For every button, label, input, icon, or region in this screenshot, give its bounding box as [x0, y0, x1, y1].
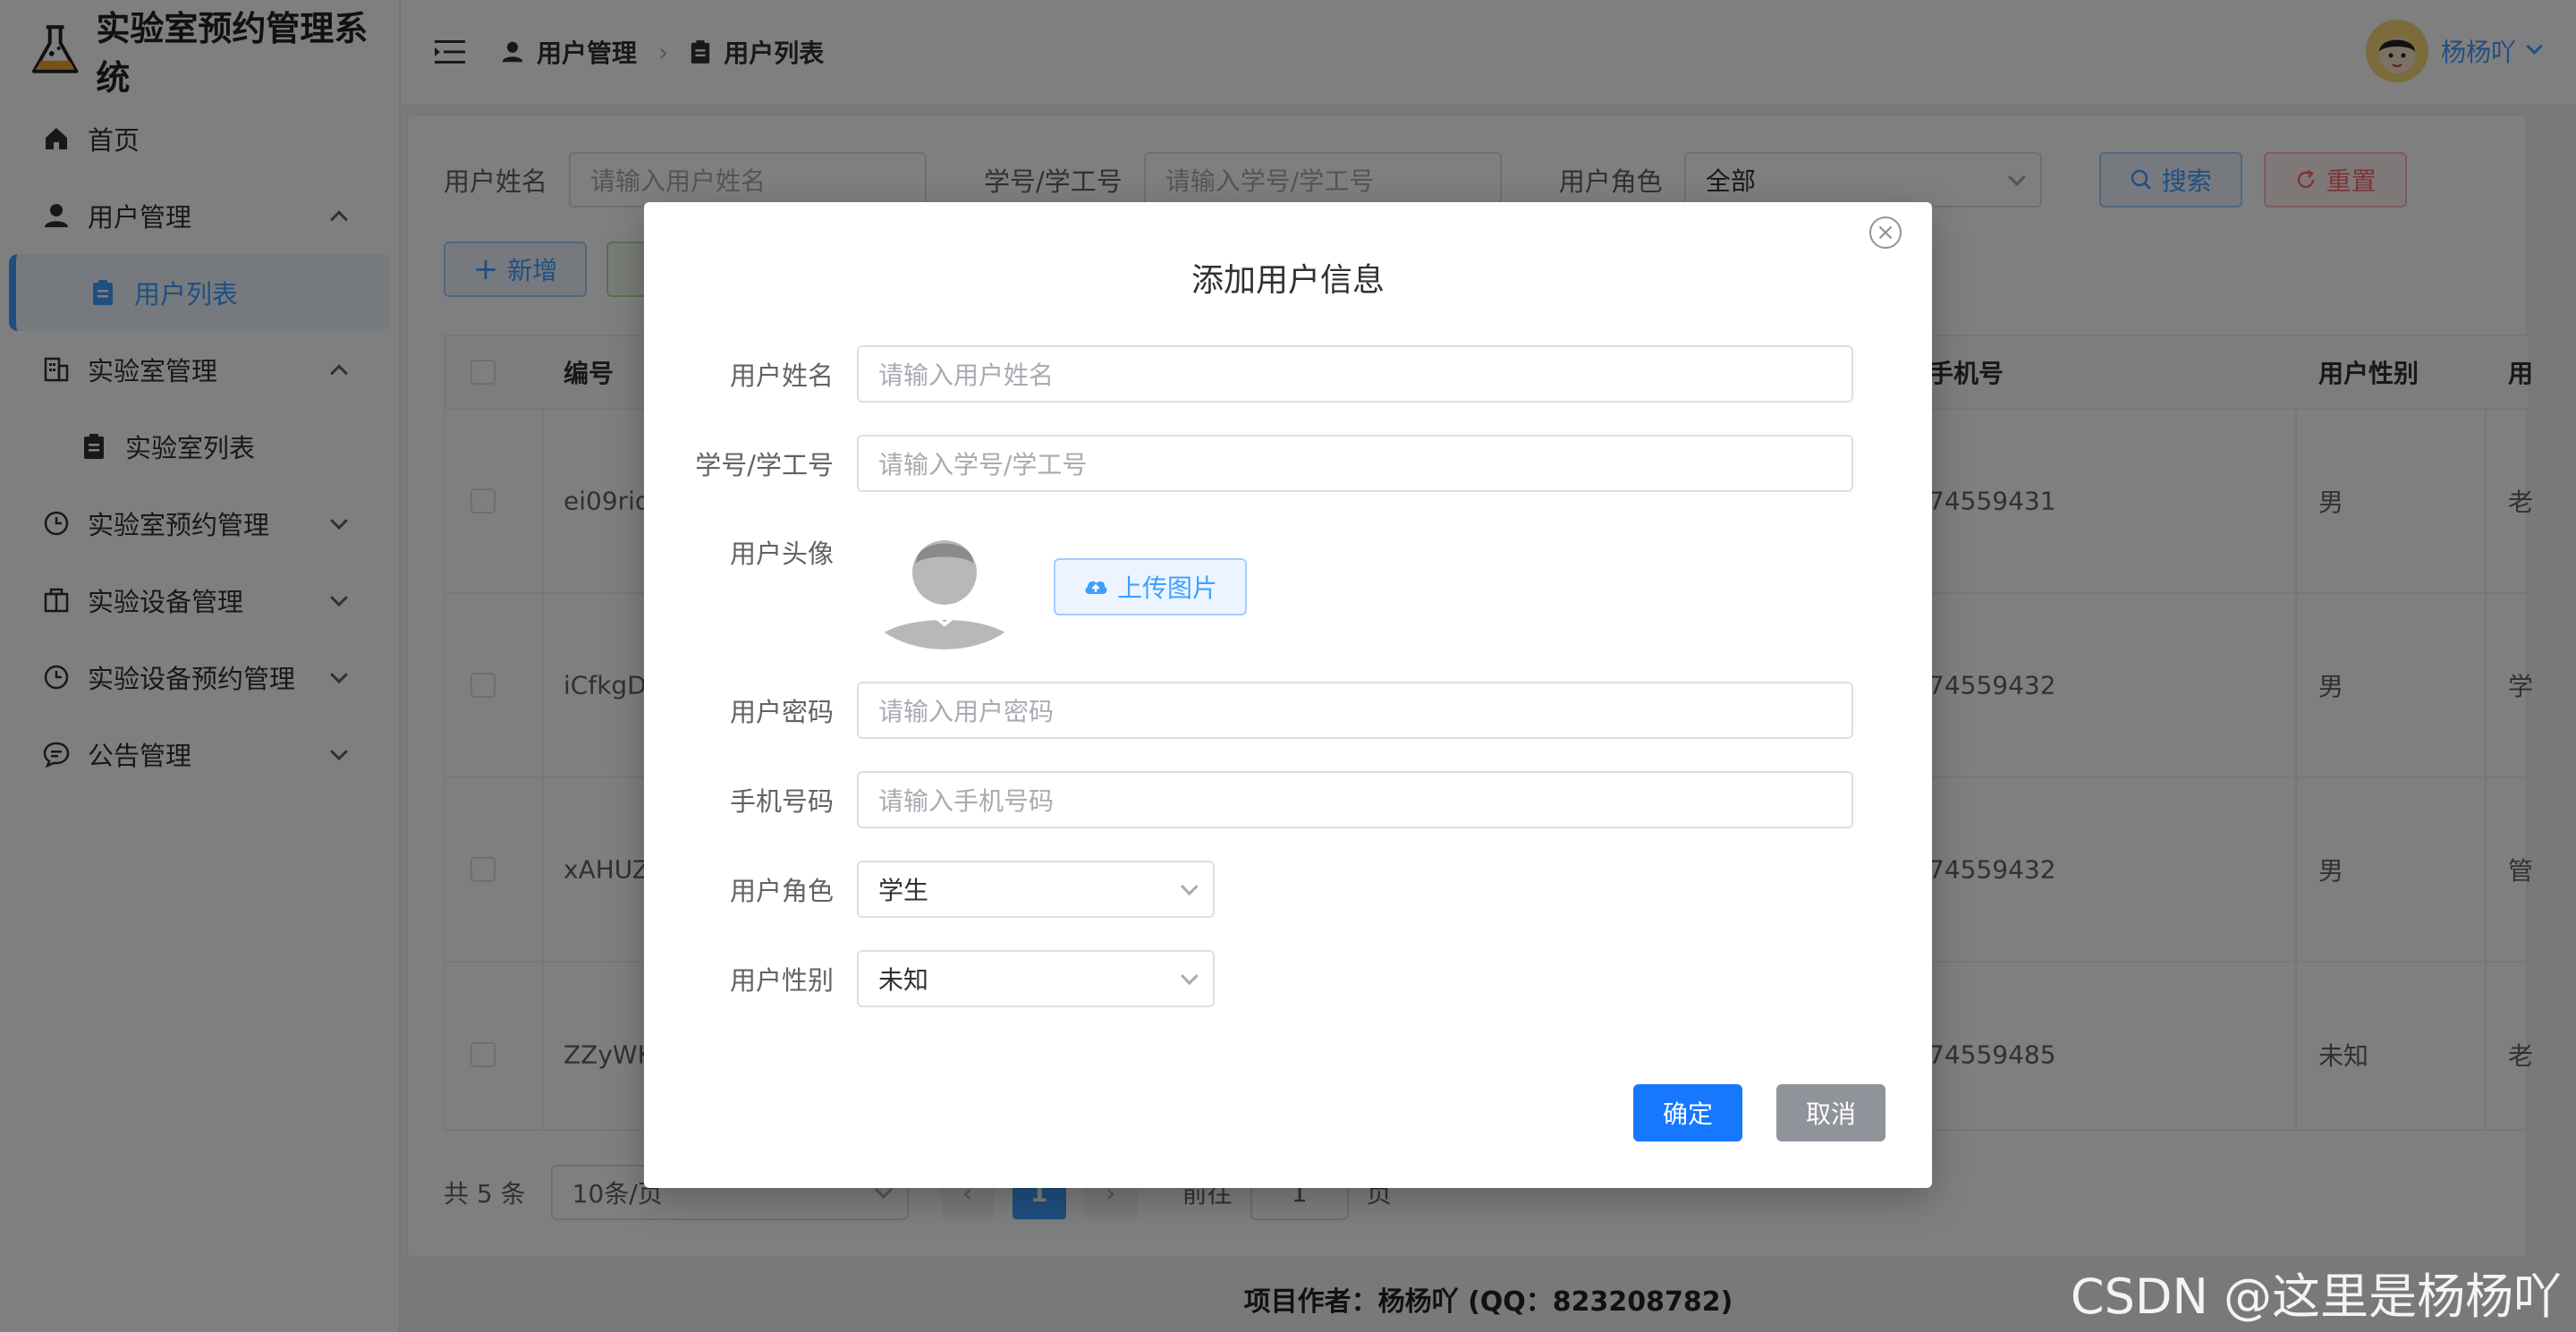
- chevron-down-icon: [1180, 967, 1199, 986]
- form-label: 手机号码: [729, 786, 834, 817]
- form-label: 用户头像: [729, 539, 834, 569]
- role-select[interactable]: 学生: [857, 861, 1215, 918]
- gender-select[interactable]: 未知: [857, 950, 1215, 1007]
- student-id-input[interactable]: 请输入学号/学工号: [857, 435, 1853, 492]
- form-row-role: 用户角色 学生: [644, 861, 1215, 918]
- form-row-name: 用户姓名 请输入用户姓名: [644, 345, 1853, 403]
- phone-input[interactable]: 请输入手机号码: [857, 771, 1853, 828]
- add-user-dialog: × 添加用户信息 用户姓名 请输入用户姓名 学号/学工号 请输入学号/学工号 用…: [644, 202, 1932, 1188]
- dialog-title: 添加用户信息: [1191, 262, 1385, 299]
- form-row-avatar: 用户头像 上传图片: [644, 524, 1247, 649]
- cloud-upload-icon: [1085, 581, 1107, 594]
- password-input[interactable]: 请输入用户密码: [857, 682, 1853, 739]
- form-row-id: 学号/学工号 请输入学号/学工号: [644, 435, 1853, 492]
- watermark: CSDN @这里是杨杨吖: [2070, 1268, 2562, 1325]
- form-row-gender: 用户性别 未知: [644, 950, 1215, 1007]
- form-label: 用户姓名: [729, 361, 834, 391]
- placeholder: 请输入手机号码: [878, 786, 1055, 816]
- form-label: 用户性别: [729, 965, 834, 996]
- form-label: 学号/学工号: [695, 450, 834, 480]
- form-label: 用户角色: [729, 876, 834, 906]
- form-row-password: 用户密码 请输入用户密码: [644, 682, 1853, 739]
- placeholder: 请输入用户姓名: [878, 361, 1055, 390]
- chevron-down-icon: [1180, 878, 1199, 896]
- close-icon[interactable]: ×: [1869, 216, 1902, 249]
- avatar-preview: [857, 524, 1032, 649]
- button-label: 上传图片: [1116, 573, 1217, 603]
- confirm-button[interactable]: 确定: [1633, 1084, 1742, 1141]
- form-label: 用户密码: [729, 697, 834, 727]
- name-input[interactable]: 请输入用户姓名: [857, 345, 1853, 403]
- placeholder: 请输入学号/学工号: [878, 450, 1088, 479]
- upload-image-button[interactable]: 上传图片: [1054, 558, 1247, 615]
- placeholder: 请输入用户密码: [878, 697, 1055, 726]
- select-value: 学生: [878, 876, 929, 905]
- cancel-button[interactable]: 取消: [1776, 1084, 1885, 1141]
- select-value: 未知: [878, 965, 929, 995]
- default-avatar-icon: [857, 524, 1032, 649]
- form-row-phone: 手机号码 请输入手机号码: [644, 771, 1853, 828]
